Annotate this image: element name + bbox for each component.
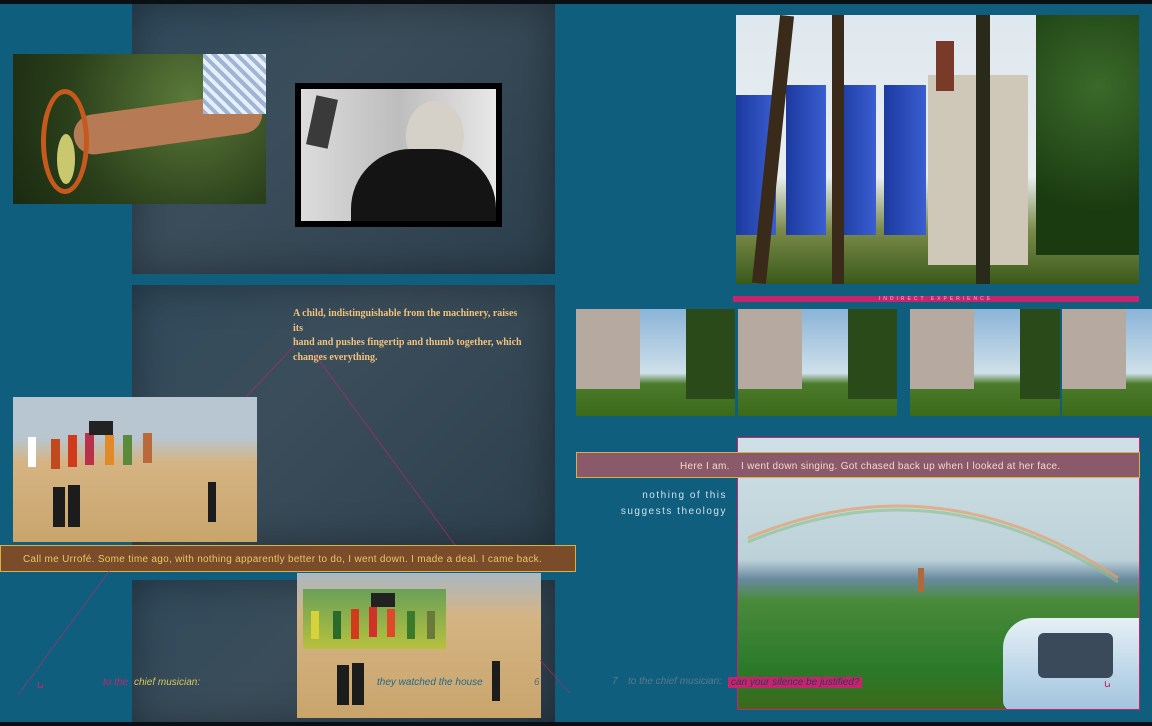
narration-text: Call me Urrofé. Some time ago, with noth… bbox=[23, 554, 543, 565]
poem-line: A child, indistinguishable from the mach… bbox=[293, 308, 518, 319]
poem-line: hand and pushes fingertip and thumb toge… bbox=[293, 337, 522, 349]
footer-prefix-right: to the chief musician: bbox=[628, 676, 722, 687]
footer-chief-musician: chief musician: bbox=[134, 677, 201, 688]
footer-highlight-text: can your silence be justified? bbox=[731, 677, 860, 688]
side-text-line: nothing of this bbox=[642, 490, 727, 501]
page-number-right: 7 bbox=[612, 676, 618, 687]
building-frame-photo bbox=[576, 309, 735, 416]
indirect-experience-strip: INDIRECT EXPERIENCE bbox=[733, 296, 1139, 302]
building-frame-photo bbox=[910, 309, 1060, 416]
bottom-border bbox=[0, 722, 1152, 726]
poem-line: its bbox=[293, 322, 303, 334]
strip-label: INDIRECT EXPERIENCE bbox=[878, 296, 994, 302]
footer-highlight: can your silence be justified? bbox=[728, 677, 863, 688]
women-walking-beach-photo bbox=[13, 397, 257, 542]
page-number-left: 6 bbox=[534, 677, 540, 688]
poem-line: changes everything. bbox=[293, 352, 378, 364]
footer-glyph-icon: ꭎ bbox=[37, 679, 44, 691]
narration-band: Call me Urrofé. Some time ago, with noth… bbox=[0, 545, 576, 572]
building-frame-photo bbox=[738, 309, 897, 416]
side-text: nothing of this suggests theology bbox=[595, 488, 727, 519]
beach-walkers-detail-photo bbox=[297, 573, 541, 718]
speech-lead: Here I am. bbox=[680, 461, 730, 472]
side-text-line: suggests theology bbox=[620, 505, 727, 517]
hand-holding-bead-photo bbox=[13, 54, 266, 204]
footer-glyph-right-icon: ꭎ bbox=[1104, 678, 1111, 690]
footer-prefix: to the bbox=[103, 677, 129, 688]
bw-portrait-photo bbox=[295, 83, 502, 227]
spread: { "left_page": { "poem_lines": [ "A chil… bbox=[0, 0, 1152, 726]
building-frame-photo bbox=[1062, 309, 1152, 416]
footer-caption: they watched the house bbox=[377, 677, 483, 688]
poem-text: A child, indistinguishable from the mach… bbox=[293, 307, 528, 366]
top-border bbox=[0, 0, 1152, 4]
speech-rest: I went down singing. Got chased back up … bbox=[741, 461, 1061, 472]
blue-silos-photo bbox=[736, 15, 1139, 284]
speech-band: Here I am. I went down singing. Got chas… bbox=[576, 452, 1140, 478]
